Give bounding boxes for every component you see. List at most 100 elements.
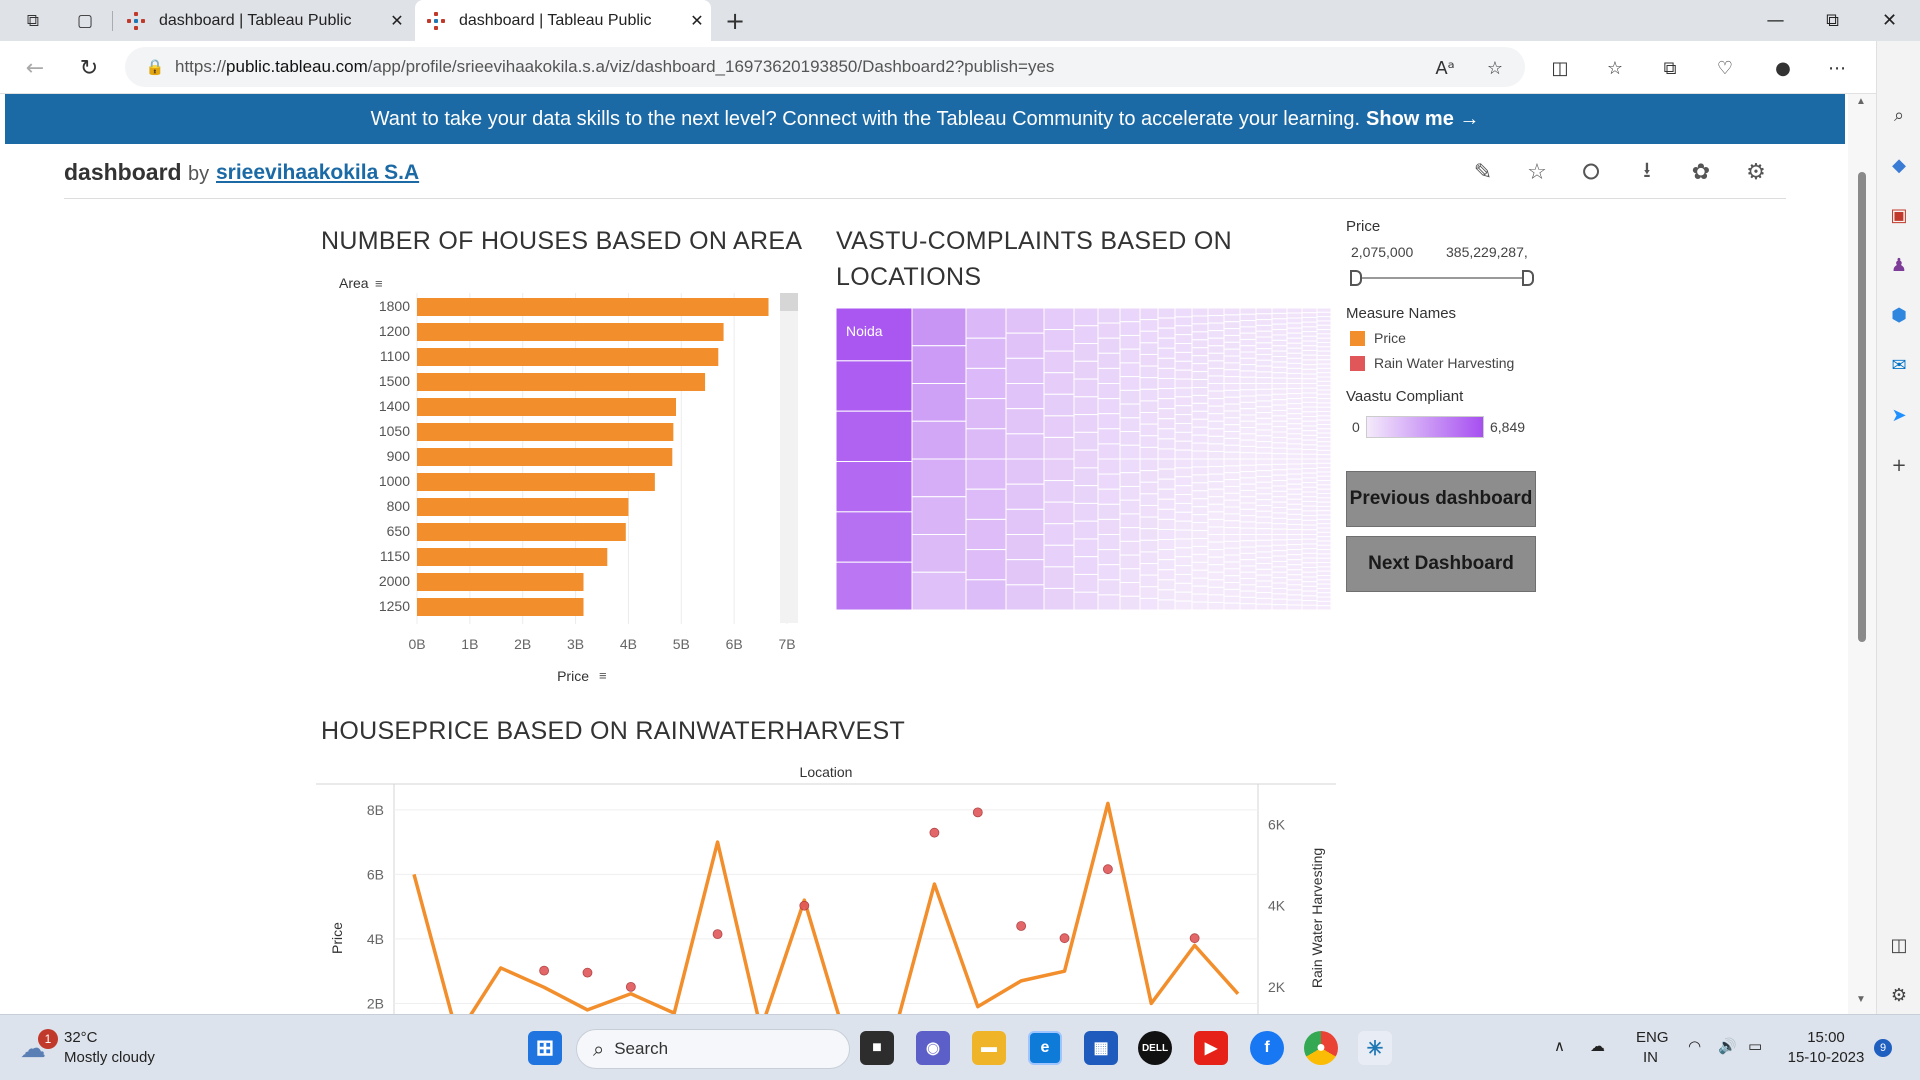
collections-icon[interactable]: ⧉	[1655, 53, 1685, 83]
games-icon[interactable]: ♟	[1885, 251, 1913, 279]
browser-tab-1[interactable]: dashboard | Tableau Public ✕	[115, 0, 411, 41]
microsoft-365-icon[interactable]: ⬢	[1885, 301, 1913, 329]
file-explorer-icon[interactable]: ▬	[972, 1031, 1006, 1065]
workspaces-icon[interactable]: ⧉	[18, 6, 48, 36]
show-hidden-icons-icon[interactable]: ∧	[1554, 1037, 1565, 1055]
profile-icon[interactable]: ●	[1768, 53, 1798, 83]
previous-dashboard-button[interactable]: Previous dashboard	[1346, 471, 1536, 527]
send-icon[interactable]: ➤	[1885, 401, 1913, 429]
youtube-icon[interactable]: ▶	[1194, 1031, 1228, 1065]
url-field[interactable]: 🔒 https://public.tableau.com/app/profile…	[125, 47, 1525, 87]
browser-tab-2[interactable]: dashboard | Tableau Public ✕	[415, 0, 711, 41]
rainwater-line-chart[interactable]: Location 2B 4B 6B 8B 2K 4K 6K Price Rain Water Ha…	[316, 758, 1336, 1014]
sidebar-settings-icon[interactable]: ⚙	[1885, 981, 1913, 1009]
treemap-cell	[1301, 373, 1318, 380]
outlook-icon[interactable]: ✉	[1885, 351, 1913, 379]
clock-date[interactable]: 15-10-2023	[1786, 1049, 1866, 1067]
treemap-cell	[1271, 474, 1288, 482]
treemap-cell	[1271, 372, 1288, 379]
battery-icon[interactable]: ▭	[1748, 1037, 1762, 1055]
page-scrollbar[interactable]: ▲ ▼	[1848, 94, 1876, 1014]
treemap-cell	[1157, 388, 1176, 400]
dell-icon[interactable]: DELL	[1138, 1031, 1172, 1065]
taskbar-search[interactable]: ⌕ Search	[576, 1029, 850, 1069]
area-price-bar-chart[interactable]: 0B 1B 2B 3B 4B 5B 6B 7B Area ≡ 1800 1200 1100 1500 140…	[330, 268, 800, 688]
refresh-icon[interactable]: ↻	[72, 51, 106, 85]
author-link[interactable]: srieevihaakokila S.A	[216, 161, 419, 185]
show-me-link[interactable]: Show me →	[1366, 108, 1479, 131]
task-view-icon[interactable]: ■	[860, 1031, 894, 1065]
weather-temp[interactable]: 32°C	[64, 1029, 98, 1047]
treemap-cell	[1316, 510, 1331, 516]
restore-icon[interactable]: ⧉	[1804, 0, 1861, 41]
volume-icon[interactable]: 🔊	[1718, 1037, 1737, 1055]
price-slider-max-handle[interactable]	[1522, 270, 1534, 286]
treemap-cell	[1255, 568, 1273, 576]
treemap-cell	[1097, 383, 1121, 400]
tab-actions-icon[interactable]: ▢	[70, 6, 100, 36]
treemap-cell	[1191, 553, 1209, 563]
treemap-cell	[1239, 351, 1257, 359]
treemap-cell	[1005, 383, 1045, 410]
teams-chat-icon[interactable]: ◉	[916, 1031, 950, 1065]
split-screen-icon[interactable]: ◫	[1545, 53, 1575, 83]
browser-essentials-icon[interactable]: ♡	[1710, 53, 1740, 83]
treemap-cell	[1073, 396, 1099, 416]
close-tab-icon[interactable]: ✕	[683, 11, 711, 30]
treemap-cell	[1239, 414, 1257, 422]
treemap-cell	[1005, 508, 1045, 535]
notification-badge[interactable]: 9	[1874, 1039, 1892, 1057]
treemap-cell	[1223, 417, 1241, 426]
treemap-cell	[911, 383, 967, 422]
price-slider-track[interactable]	[1354, 277, 1530, 279]
edit-viz-icon[interactable]: ✎	[1468, 157, 1498, 187]
microsoft-store-icon[interactable]: ▦	[1084, 1031, 1118, 1065]
weather-desc[interactable]: Mostly cloudy	[64, 1049, 155, 1067]
windows-start-icon[interactable]: ⊞	[528, 1031, 562, 1065]
rwh-legend-item[interactable]: Rain Water Harvesting	[1374, 355, 1514, 371]
add-sidebar-app-icon[interactable]: +	[1885, 451, 1913, 479]
wifi-icon[interactable]: ◠	[1688, 1037, 1701, 1055]
badge-icon[interactable]: ✿	[1686, 157, 1716, 187]
search-icon[interactable]: ⌕	[1885, 101, 1913, 129]
back-icon[interactable]: ←	[18, 51, 52, 85]
read-aloud-icon[interactable]: Aᵃ	[1430, 53, 1460, 83]
close-window-icon[interactable]: ✕	[1861, 0, 1918, 41]
region-code[interactable]: IN	[1643, 1049, 1658, 1067]
language-code[interactable]: ENG	[1636, 1029, 1669, 1047]
favorite-star-icon[interactable]: ☆	[1480, 53, 1510, 83]
favorites-icon[interactable]: ☆	[1600, 53, 1630, 83]
chrome-icon[interactable]: ●	[1304, 1031, 1338, 1065]
price-slider-min-handle[interactable]	[1350, 270, 1362, 286]
treemap-cell	[1157, 478, 1176, 490]
scroll-thumb[interactable]	[1858, 172, 1866, 642]
hide-sidebar-icon[interactable]: ◫	[1885, 931, 1913, 959]
scroll-up-icon[interactable]: ▲	[1856, 96, 1866, 107]
onedrive-icon[interactable]: ☁	[1590, 1037, 1605, 1055]
more-options-icon[interactable]: ⋯	[1822, 53, 1852, 83]
clock-time[interactable]: 15:00	[1796, 1029, 1856, 1047]
treemap-cell	[1174, 449, 1193, 460]
minimize-icon[interactable]: —	[1747, 0, 1804, 41]
next-dashboard-button[interactable]: Next Dashboard	[1346, 536, 1536, 592]
share-icon[interactable]: ⭘	[1576, 157, 1606, 187]
scroll-down-icon[interactable]: ▼	[1856, 994, 1866, 1005]
facebook-icon[interactable]: f	[1250, 1031, 1284, 1065]
vastu-treemap[interactable]: Noida	[836, 308, 1331, 610]
download-icon[interactable]: ⭳	[1632, 157, 1662, 187]
settings-icon[interactable]: ⚙	[1741, 157, 1771, 187]
toolbox-icon[interactable]: ▣	[1885, 201, 1913, 229]
favorite-viz-icon[interactable]: ☆	[1522, 157, 1552, 187]
treemap-cell	[1223, 403, 1241, 412]
treemap-cell	[1271, 377, 1288, 384]
edge-browser-icon[interactable]: e	[1028, 1031, 1062, 1065]
price-legend-item[interactable]: Price	[1374, 330, 1406, 346]
treemap-cell	[1286, 312, 1303, 319]
treemap-cell	[1239, 433, 1257, 441]
close-tab-icon[interactable]: ✕	[383, 11, 411, 30]
new-tab-icon[interactable]: +	[720, 6, 750, 36]
shopping-tag-icon[interactable]: ◆	[1885, 151, 1913, 179]
treemap-cell	[1174, 405, 1193, 416]
treemap-cell	[1139, 551, 1159, 565]
tableau-icon[interactable]: ✳	[1358, 1031, 1392, 1065]
